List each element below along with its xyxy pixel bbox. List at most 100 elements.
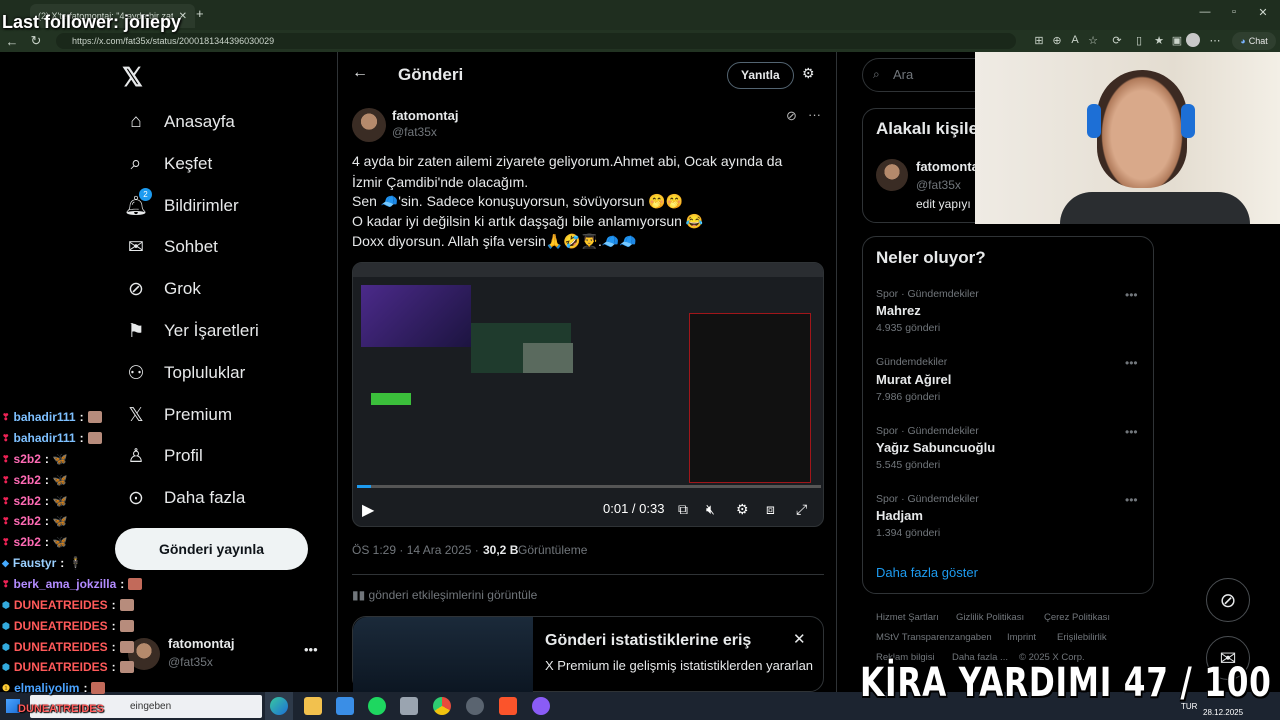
trend-name[interactable]: Mahrez [876, 303, 921, 318]
url-field[interactable]: https://x.com/fat35x/status/200018134439… [56, 33, 1016, 49]
fullscreen-icon[interactable]: ⤢ [796, 501, 807, 518]
trend-name[interactable]: Hadjam [876, 508, 923, 523]
nav-label: Profil [164, 446, 203, 465]
related-handle[interactable]: @fat35x [916, 178, 961, 192]
post-button[interactable]: Gönderi yayınla [115, 528, 308, 570]
chat-emote [119, 620, 134, 632]
refresh-icon[interactable]: ⟳ [1108, 34, 1126, 47]
discord-icon[interactable] [532, 697, 550, 715]
close-window-icon[interactable]: ✕ [1248, 6, 1278, 19]
collections-icon[interactable]: ▣ [1168, 34, 1186, 47]
maximize-icon[interactable]: ▫ [1219, 6, 1249, 18]
nav-messages[interactable]: ✉ Sohbet [124, 229, 218, 265]
nav-profile[interactable]: ♙ Profil [124, 438, 203, 474]
video-progress-fill [357, 485, 371, 488]
nav-bookmarks[interactable]: ⚑ Yer İşaretleri [124, 313, 259, 349]
trend-more-icon[interactable]: ••• [1125, 288, 1138, 302]
nav-more[interactable]: ⊙ Daha fazla [124, 480, 245, 516]
apps-icon[interactable]: ⊞ [1030, 34, 1048, 47]
chat-emote: 🕴 [68, 556, 84, 570]
file-explorer-icon[interactable] [304, 697, 322, 715]
play-icon[interactable]: ▶ [362, 500, 374, 520]
trend-more-icon[interactable]: ••• [1125, 356, 1138, 370]
close-icon[interactable]: ✕ [793, 630, 806, 648]
related-avatar[interactable] [876, 159, 908, 191]
back-arrow-icon[interactable]: ← [352, 64, 368, 82]
taskbar-date[interactable]: 28.12.2025 [1203, 708, 1243, 717]
chat-message: ❣ bahadir111: [2, 408, 102, 426]
spotify-icon[interactable] [368, 697, 386, 715]
view-count: 30,2 B [483, 543, 519, 557]
search-icon: ⌕ [130, 153, 142, 174]
chat-message: ❣ s2b2: 🦋 [2, 452, 68, 466]
footer-link[interactable]: Çerez Politikası [1044, 612, 1110, 623]
reload-icon[interactable]: ↻ [24, 33, 48, 49]
chat-emote: 🦋 [52, 514, 68, 528]
browser-menu-icon[interactable]: ⋯ [1206, 34, 1224, 47]
trend-count: 4.935 gönderi [876, 322, 941, 334]
footer-link[interactable]: Imprint [1007, 632, 1036, 643]
page-title: Gönderi [398, 65, 464, 84]
grok-fab-icon[interactable]: ⊘ [1206, 578, 1250, 622]
filter-icon[interactable]: ⚙ [802, 65, 815, 82]
nav-communities[interactable]: ⚇ Topluluklar [124, 355, 245, 391]
trend-more-icon[interactable]: ••• [1125, 493, 1138, 507]
footer-link[interactable]: Gizlilik Politikası [956, 612, 1024, 623]
zoom-icon[interactable]: ⊕ [1048, 34, 1066, 47]
edge-icon[interactable] [270, 697, 288, 715]
tweet-timestamp[interactable]: ÖS 1:29 · 14 Ara 2025 · [352, 543, 479, 557]
settings-icon[interactable]: ⚙ [736, 501, 749, 518]
author-avatar[interactable] [352, 108, 386, 142]
split-icon[interactable]: ▯ [1130, 34, 1148, 47]
store-icon[interactable] [336, 697, 354, 715]
nav-explore[interactable]: ⌕ Keşfet [124, 146, 213, 182]
trend-name[interactable]: Murat Ağırel [876, 372, 951, 387]
tweet-more-icon[interactable]: ··· [808, 107, 821, 122]
chat-emote [87, 411, 102, 423]
account-name: fatomontaj [168, 636, 235, 651]
pip-icon[interactable]: ⧈ [766, 501, 775, 518]
nav-grok[interactable]: ⊘ Grok [124, 271, 201, 307]
footer-link[interactable]: MStV Transparenzangaben [876, 632, 992, 643]
nav-notifications[interactable]: 🔔︎ 2 Bildirimler [124, 188, 239, 224]
reply-button[interactable]: Yanıtla [727, 62, 794, 89]
related-people-title: Alakalı kişiler [876, 119, 985, 138]
brave-icon[interactable] [499, 697, 517, 715]
stats-upsell-card [352, 616, 824, 692]
chrome-icon[interactable] [433, 697, 451, 715]
copilot-chat-button[interactable]: ◕ Chat [1232, 32, 1276, 50]
calculator-icon[interactable] [400, 697, 418, 715]
captions-icon[interactable]: ⧉ [678, 501, 688, 518]
trend-more-icon[interactable]: ••• [1125, 425, 1138, 439]
video-frame-browser-bar [353, 263, 823, 277]
mute-icon[interactable]: 🔇︎ [706, 501, 715, 518]
engagements-link[interactable]: ▮▮ gönderi etkileşimlerini görüntüle [352, 588, 537, 602]
nav-premium[interactable]: 𝕏 Premium [124, 397, 232, 433]
grok-explain-icon[interactable]: ⊘ [786, 108, 797, 124]
trend-context: Spor · Gündemdekiler [876, 425, 979, 437]
read-aloud-icon[interactable]: A [1066, 34, 1084, 46]
account-more-icon[interactable]: ••• [304, 642, 318, 657]
favorite-icon[interactable]: ☆ [1084, 34, 1102, 47]
video-player[interactable] [352, 262, 824, 527]
footer-link[interactable]: Hizmet Şartları [876, 612, 939, 623]
new-tab-icon[interactable]: + [196, 6, 204, 21]
minimize-icon[interactable]: — [1190, 6, 1220, 18]
back-icon[interactable]: ← [0, 34, 24, 49]
author-name[interactable]: fatomontaj [392, 108, 458, 123]
video-progress-track[interactable] [357, 485, 821, 488]
related-name[interactable]: fatomontaj [916, 159, 982, 174]
nav-home[interactable]: ⌂ Anasayfa [124, 104, 235, 140]
author-handle[interactable]: @fat35x [392, 125, 437, 139]
x-logo-icon[interactable]: 𝕏 [122, 62, 143, 93]
footer-link[interactable]: Erişilebilirlik [1057, 632, 1107, 643]
profile-avatar-icon[interactable] [1186, 33, 1200, 47]
obs-icon[interactable] [466, 697, 484, 715]
favorites-bar-icon[interactable]: ★ [1150, 34, 1168, 47]
chat-message: ⬢ DUNEATREIDES: [2, 617, 134, 635]
chat-emote [91, 682, 106, 694]
show-more-link[interactable]: Daha fazla göster [876, 565, 978, 580]
chat-message: ⬢ DUNEATREIDES: [2, 596, 134, 614]
nav-label: Yer İşaretleri [164, 321, 259, 340]
trend-name[interactable]: Yağız Sabuncuoğlu [876, 440, 995, 455]
